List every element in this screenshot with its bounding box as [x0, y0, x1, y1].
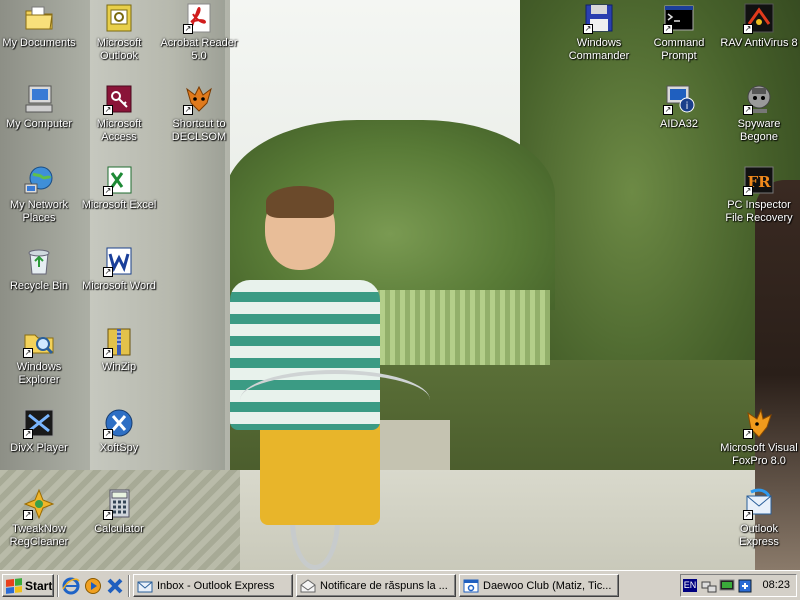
shortcut-arrow-icon: ↗	[23, 348, 33, 358]
wallpaper-bike-handlebar	[240, 370, 430, 430]
desktop-icon-my-network-places[interactable]: My Network Places	[0, 164, 78, 225]
shortcut-arrow-icon: ↗	[663, 105, 673, 115]
desktop-icon-windows-explorer[interactable]: ↗ Windows Explorer	[0, 326, 78, 387]
desktop-icon-pc-inspector-file-recovery[interactable]: FR ↗ PC Inspector File Recovery	[720, 164, 798, 225]
task-button-inbox-outlook-express[interactable]: Inbox - Outlook Express	[133, 574, 293, 597]
start-button[interactable]: Start	[2, 574, 54, 597]
shortcut-arrow-icon: ↗	[743, 105, 753, 115]
shortcut-arrow-icon: ↗	[103, 105, 113, 115]
wallpaper-fence	[360, 290, 550, 365]
desktop-icon-calculator[interactable]: ↗ Calculator	[80, 488, 158, 536]
outlook-icon	[106, 4, 132, 32]
shortcut-arrow-icon: ↗	[23, 510, 33, 520]
desktop-icon-outlook-express[interactable]: ↗ Outlook Express	[720, 488, 798, 549]
task-label: Notificare de răspuns la ...	[320, 579, 448, 592]
quicklaunch-ie[interactable]	[62, 577, 80, 595]
desktop-icon-microsoft-access[interactable]: ↗ Microsoft Access	[80, 83, 158, 144]
desktop-icon-aida32[interactable]: i ↗ AIDA32	[640, 83, 718, 131]
desktop-icon-my-computer[interactable]: My Computer	[0, 83, 78, 131]
windows-logo-icon	[6, 577, 22, 594]
ie-window-icon	[463, 579, 479, 592]
desktop-icon-microsoft-word[interactable]: ↗ Microsoft Word	[80, 245, 158, 293]
desktop-icon-winzip[interactable]: ↗ WinZip	[80, 326, 158, 374]
shortcut-arrow-icon: ↗	[103, 267, 113, 277]
mail-read-icon	[300, 578, 316, 592]
start-label: Start	[25, 578, 53, 593]
shortcut-arrow-icon: ↗	[103, 510, 113, 520]
shortcut-arrow-icon: ↗	[23, 429, 33, 439]
task-label: Daewoo Club (Matiz, Tic...	[483, 579, 612, 592]
desktop-icon-divx-player[interactable]: ↗ DivX Player	[0, 407, 78, 455]
desktop-icon-windows-commander[interactable]: ↗ Windows Commander	[560, 2, 638, 63]
monitor-tray-icon[interactable]	[719, 578, 735, 594]
taskbar-separator	[57, 575, 59, 597]
language-indicator[interactable]: EN	[683, 579, 697, 592]
media-player-quicklaunch-icon	[85, 578, 101, 594]
shortcut-arrow-icon: ↗	[103, 429, 113, 439]
network-places-icon	[24, 166, 53, 194]
shortcut-arrow-icon: ↗	[103, 186, 113, 196]
ie-quicklaunch-icon	[62, 577, 80, 595]
network-tray-icon[interactable]	[701, 578, 717, 594]
shortcut-arrow-icon: ↗	[103, 348, 113, 358]
desktop-icon-xoftspy[interactable]: ↗ XoftSpy	[80, 407, 158, 455]
shortcut-arrow-icon: ↗	[743, 24, 753, 34]
task-button-notificare[interactable]: Notificare de răspuns la ...	[296, 574, 456, 597]
clock[interactable]: 08:23	[762, 579, 790, 591]
taskbar: Start Inbox - Outlook Express Notificare…	[0, 570, 800, 600]
outlook-express-icon	[137, 581, 153, 592]
quicklaunch-xoftspy[interactable]	[106, 577, 124, 595]
desktop-icon-command-prompt[interactable]: ↗ Command Prompt	[640, 2, 718, 63]
app-tray-icon[interactable]	[737, 578, 753, 594]
desktop-icon-tweaknow-regcleaner[interactable]: ↗ TweakNow RegCleaner	[0, 488, 78, 549]
wallpaper-boy-hair	[266, 186, 334, 218]
xoftspy-quicklaunch-icon	[107, 578, 123, 594]
task-label: Inbox - Outlook Express	[157, 579, 275, 592]
desktop-icon-my-documents[interactable]: My Documents	[0, 2, 78, 50]
desktop-icon-microsoft-excel[interactable]: ↗ Microsoft Excel	[80, 164, 158, 212]
svg-text:i: i	[686, 101, 689, 112]
system-tray: EN 08:23	[680, 574, 797, 597]
desktop-icon-recycle-bin[interactable]: Recycle Bin	[0, 245, 78, 293]
taskbar-separator	[128, 575, 130, 597]
my-computer-icon	[25, 85, 53, 113]
desktop[interactable]: My Documents My Computer My Network Plac…	[0, 0, 800, 570]
quicklaunch-media-player[interactable]	[84, 577, 102, 595]
recycle-bin-icon	[28, 249, 50, 275]
desktop-icon-microsoft-outlook[interactable]: Microsoft Outlook	[80, 2, 158, 63]
shortcut-arrow-icon: ↗	[183, 105, 193, 115]
my-documents-icon	[25, 6, 53, 30]
shortcut-arrow-icon: ↗	[663, 24, 673, 34]
shortcut-arrow-icon: ↗	[583, 24, 593, 34]
desktop-icon-spyware-begone[interactable]: ↗ Spyware Begone	[720, 83, 798, 144]
shortcut-arrow-icon: ↗	[183, 24, 193, 34]
task-button-daewoo-club[interactable]: Daewoo Club (Matiz, Tic...	[459, 574, 619, 597]
shortcut-arrow-icon: ↗	[743, 186, 753, 196]
shortcut-arrow-icon: ↗	[743, 510, 753, 520]
desktop-icon-rav-antivirus[interactable]: ↗ RAV AntiVirus 8	[720, 2, 798, 50]
desktop-icon-microsoft-visual-foxpro[interactable]: ↗ Microsoft Visual FoxPro 8.0	[720, 407, 798, 468]
shortcut-arrow-icon: ↗	[743, 429, 753, 439]
wallpaper-boy-shorts	[260, 415, 380, 525]
desktop-icon-acrobat-reader[interactable]: ↗ Acrobat Reader 5.0	[160, 2, 238, 63]
desktop-icon-shortcut-to-declsom[interactable]: ↗ Shortcut to DECLSOM	[160, 83, 238, 144]
